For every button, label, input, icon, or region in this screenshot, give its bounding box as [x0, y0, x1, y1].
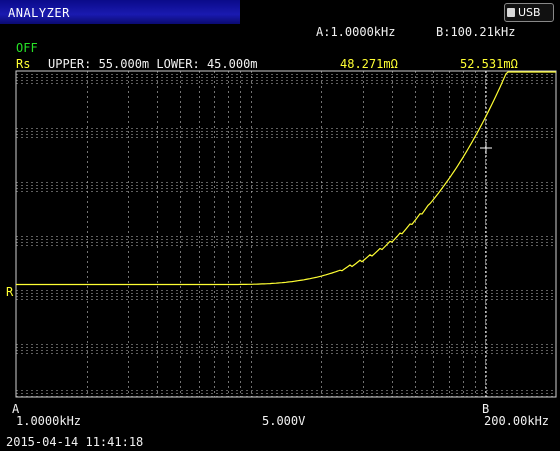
sweep-end-label: 200.00kHz: [484, 414, 550, 428]
timestamp: 2015-04-14 11:41:18: [6, 435, 144, 449]
plot-border: [15, 70, 557, 398]
plot-grid: [16, 71, 556, 397]
sweep-start-label: 1.0000kHz: [16, 414, 82, 428]
measurement-trace: [16, 71, 556, 286]
reference-marker: R: [6, 285, 14, 299]
plot-area: [15, 70, 557, 398]
sweep-level-label: 5.000V: [262, 414, 306, 428]
